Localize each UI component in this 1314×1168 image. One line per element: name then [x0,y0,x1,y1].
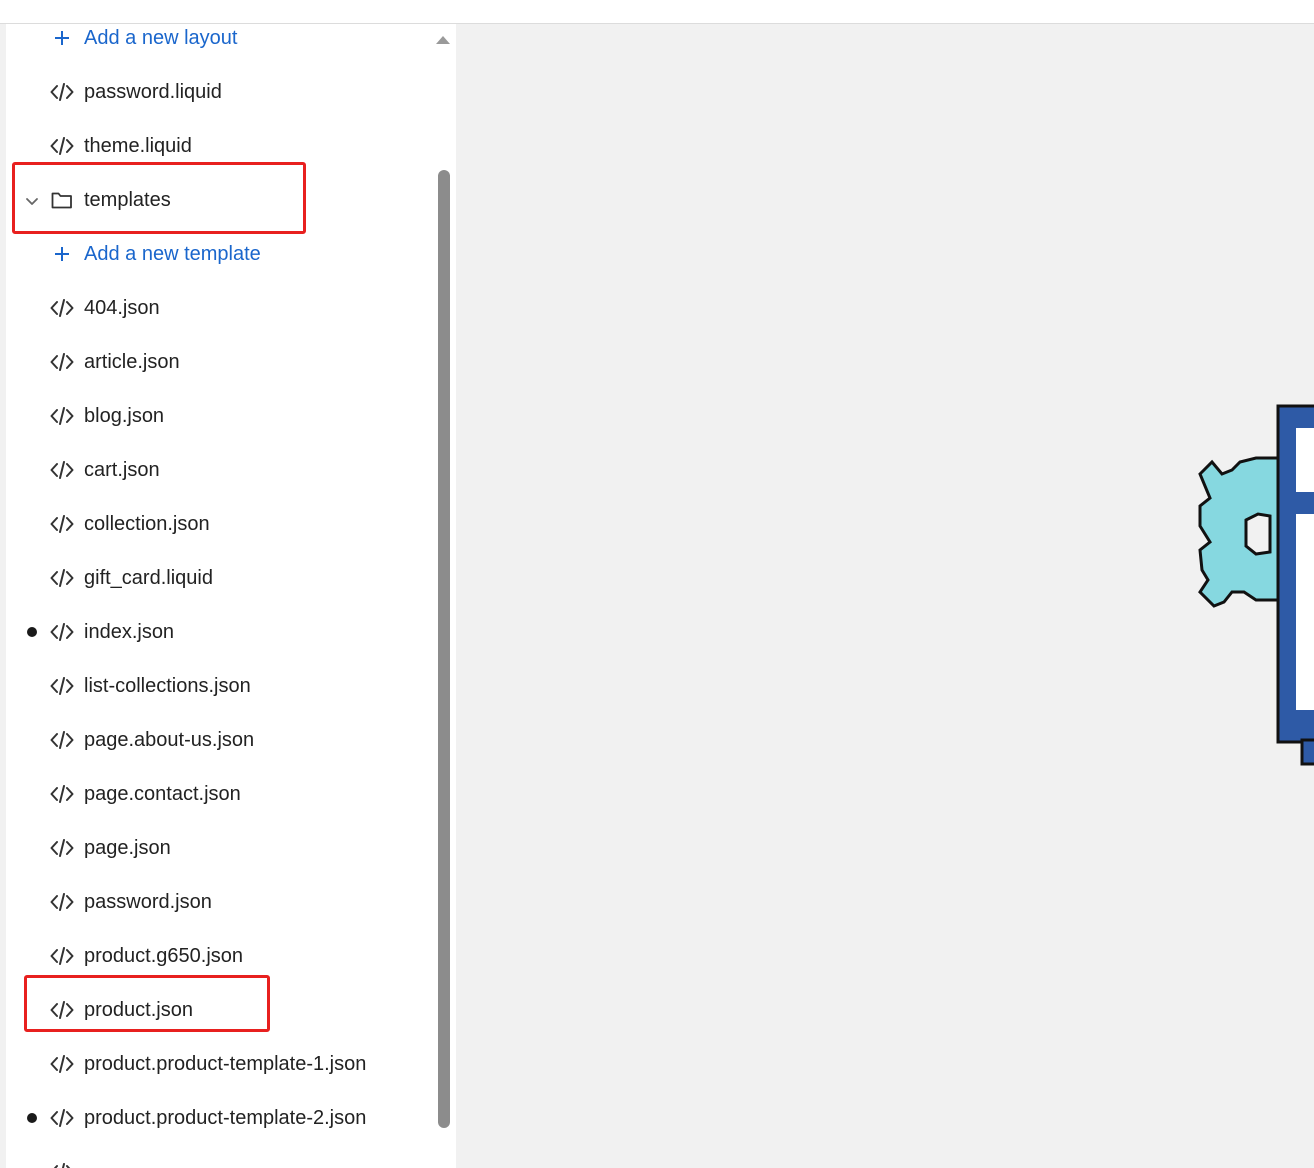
file-name: collection.json [84,512,210,535]
file-name: cart.json [84,458,160,481]
plus-icon [50,244,74,264]
file-item[interactable]: 404.json [6,288,426,328]
code-file-icon [50,1162,74,1168]
file-name: article.json [84,350,180,373]
code-file-icon [50,136,74,156]
file-name: 404.json [84,296,160,319]
file-item[interactable]: password.json [6,882,426,922]
code-file-icon [50,784,74,804]
code-file-icon [50,352,74,372]
code-file-icon [50,1054,74,1074]
code-file-icon [50,892,74,912]
scrollbar-thumb[interactable] [438,170,450,1128]
file-item[interactable]: gift_card.liquid [6,558,426,598]
file-item[interactable]: page.about-us.json [6,720,426,760]
code-file-icon [50,460,74,480]
file-item[interactable]: list-collections.json [6,666,426,706]
file-item[interactable]: product.product-template-1.json [6,1044,426,1084]
file-item[interactable]: theme.liquid [6,126,426,166]
add-layout-button[interactable]: Add a new layout [6,24,426,58]
file-name: product.product-template-1.json [84,1052,367,1075]
folder-label: templates [84,188,171,211]
folder-icon [50,190,74,210]
file-name: product.product-template-2.json [84,1106,367,1129]
file-name: index.json [84,620,175,643]
file-tree-sidebar: Add a new layout password.liquid theme.l… [6,24,456,1168]
file-item-partial[interactable] [6,1152,426,1168]
file-name: theme.liquid [84,134,192,157]
code-file-icon [50,298,74,318]
file-name: gift_card.liquid [84,566,213,589]
code-file-icon [50,82,74,102]
chevron-down-icon [24,192,40,208]
folder-templates[interactable]: templates [6,180,426,220]
plus-icon [50,28,74,48]
code-file-icon [50,1000,74,1020]
scroll-up-arrow[interactable] [436,36,450,44]
file-item[interactable]: password.liquid [6,72,426,112]
top-bar [0,0,1314,24]
file-item[interactable]: page.contact.json [6,774,426,814]
file-name: product.json [84,998,193,1021]
file-item[interactable]: product.g650.json [6,936,426,976]
file-name: list-collections.json [84,674,251,697]
code-file-icon [50,838,74,858]
file-name: page.contact.json [84,782,241,805]
add-layout-label: Add a new layout [84,26,238,49]
code-file-icon [50,622,74,642]
file-item[interactable]: index.json [6,612,426,652]
file-item-product-json[interactable]: product.json [6,990,426,1030]
code-file-icon [50,730,74,750]
file-name: blog.json [84,404,165,427]
file-name: password.json [84,890,212,913]
file-item[interactable]: product.product-template-2.json [6,1098,426,1138]
file-name: password.liquid [84,80,222,103]
file-name: page.json [84,836,171,859]
file-name: product.g650.json [84,944,244,967]
file-item[interactable]: cart.json [6,450,426,490]
file-item[interactable]: article.json [6,342,426,382]
modified-dot [27,1113,37,1123]
modified-dot [27,627,37,637]
file-item[interactable]: blog.json [6,396,426,436]
code-file-icon [50,406,74,426]
code-file-icon [50,568,74,588]
file-name: page.about-us.json [84,728,255,751]
code-file-icon [50,676,74,696]
add-template-label: Add a new template [84,242,261,265]
code-file-icon [50,514,74,534]
code-file-icon [50,946,74,966]
file-item[interactable]: page.json [6,828,426,868]
code-file-icon [50,1108,74,1128]
add-template-button[interactable]: Add a new template [6,234,426,274]
file-item[interactable]: collection.json [6,504,426,544]
gear-illustration [1198,404,1314,766]
